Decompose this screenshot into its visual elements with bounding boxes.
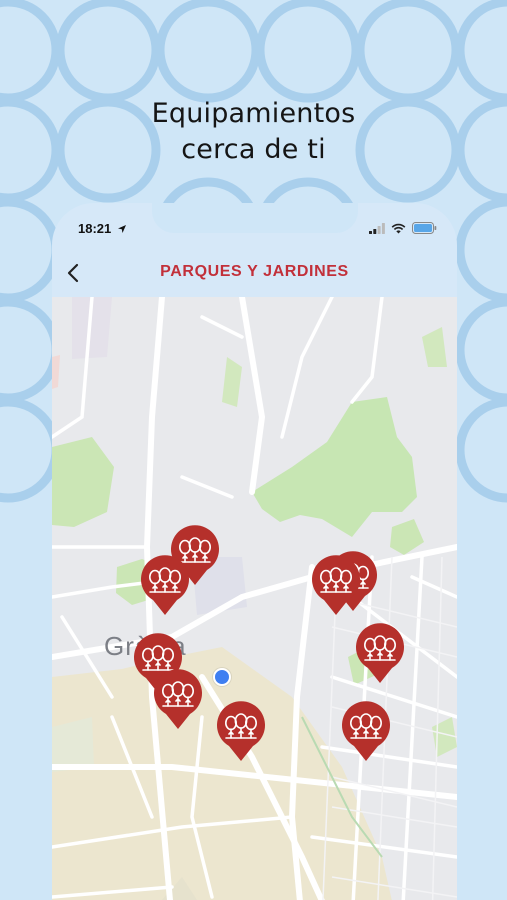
- park-pin[interactable]: [139, 555, 191, 617]
- wifi-icon: [391, 223, 406, 233]
- headline-line-2: cerca de ti: [181, 134, 326, 165]
- phone-notch: [152, 203, 358, 233]
- phone-frame: 18:21 PARQUES Y JARDINES: [52, 203, 457, 900]
- map-view[interactable]: Gràcia: [52, 297, 457, 900]
- map-base: [52, 297, 457, 900]
- status-icons: [369, 222, 437, 234]
- park-pin[interactable]: [215, 701, 267, 763]
- current-location-dot: [213, 668, 231, 686]
- app-header: PARQUES Y JARDINES: [52, 249, 457, 297]
- park-pin[interactable]: [354, 623, 406, 685]
- signal-icon: [369, 222, 385, 234]
- battery-icon: [412, 222, 437, 234]
- park-pin[interactable]: [152, 669, 204, 731]
- status-time-text: 18:21: [78, 221, 112, 236]
- location-arrow-icon: [117, 225, 126, 233]
- page-title: PARQUES Y JARDINES: [160, 263, 349, 280]
- headline-line-1: Equipamientos: [151, 98, 356, 129]
- status-time: 18:21: [78, 221, 127, 236]
- park-pin[interactable]: [310, 555, 362, 617]
- park-pin[interactable]: [340, 701, 392, 763]
- headline: Equipamientos cerca de ti: [0, 96, 507, 168]
